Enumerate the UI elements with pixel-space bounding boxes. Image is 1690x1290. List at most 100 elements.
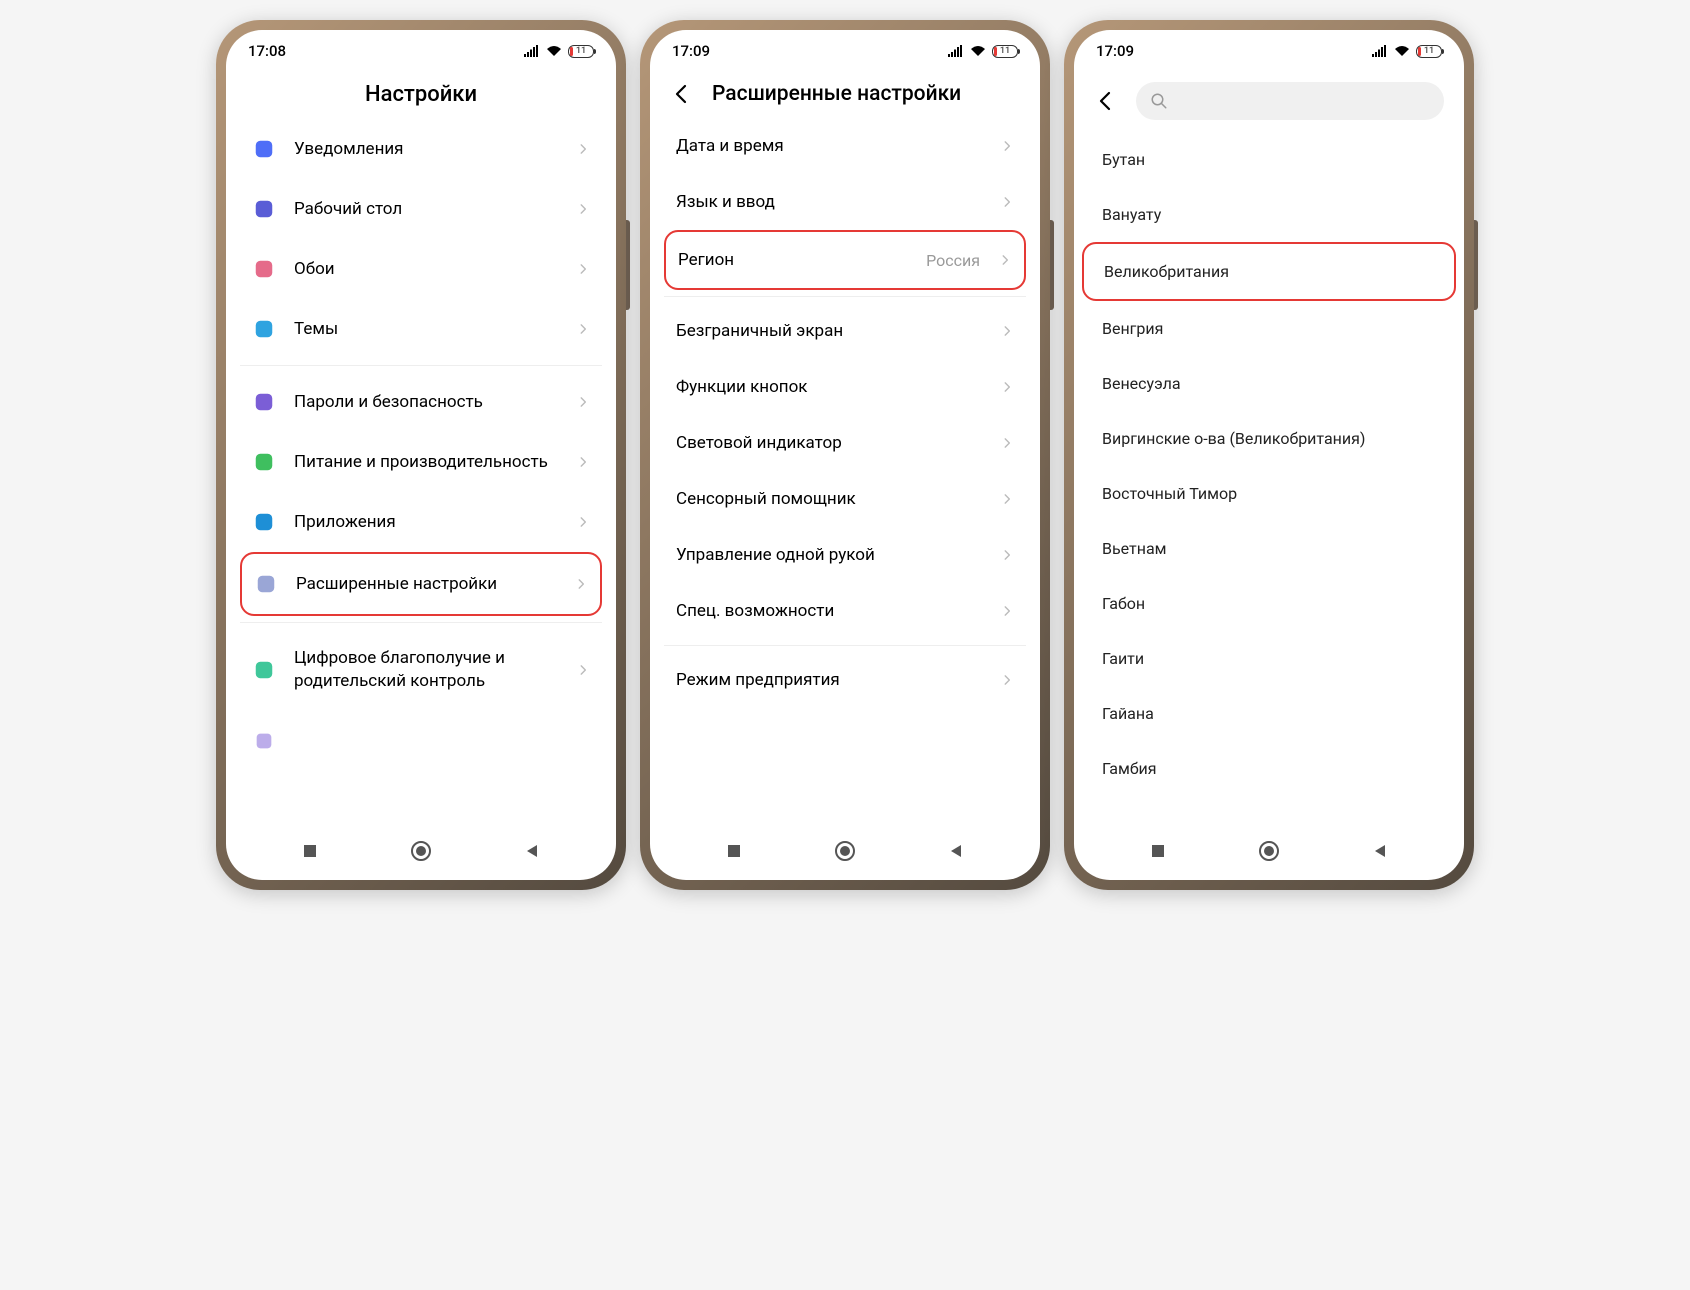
status-bar: 17:08 11: [226, 30, 616, 64]
list-item[interactable]: Регион Россия: [664, 230, 1026, 290]
wifi-icon: [1394, 44, 1410, 58]
list-item[interactable]: Режим предприятия: [664, 652, 1026, 708]
chevron-right-icon: [1000, 436, 1014, 450]
nav-bar: [226, 828, 616, 880]
list-item-label: Рабочий стол: [294, 199, 558, 219]
list-item[interactable]: Сенсорный помощник: [664, 471, 1026, 527]
list-item[interactable]: Язык и ввод: [664, 174, 1026, 230]
nav-recent-button[interactable]: [1123, 843, 1193, 859]
list-item[interactable]: Приложения: [240, 492, 602, 552]
list-item-label: Регион: [678, 250, 908, 270]
chevron-right-icon: [1000, 324, 1014, 338]
chevron-right-icon: [576, 142, 590, 156]
item-icon: [253, 138, 275, 160]
status-time: 17:08: [248, 42, 286, 60]
list-item-label: Управление одной рукой: [676, 545, 982, 565]
list-item-label: Режим предприятия: [676, 670, 982, 690]
country-list[interactable]: БутанВануатуВеликобританияВенгрияВенесуэ…: [1074, 132, 1464, 828]
divider: [664, 296, 1026, 297]
battery-icon: 11: [568, 45, 594, 58]
nav-recent-button[interactable]: [699, 843, 769, 859]
country-item[interactable]: Венесуэла: [1082, 356, 1456, 411]
nav-back-button[interactable]: [1345, 843, 1415, 859]
chevron-right-icon: [1000, 673, 1014, 687]
country-item[interactable]: Бутан: [1082, 132, 1456, 187]
list-item[interactable]: Питание и производительность: [240, 432, 602, 492]
nav-home-button[interactable]: [810, 840, 880, 862]
item-icon: [253, 730, 275, 752]
list-item[interactable]: Расширенные настройки: [240, 552, 602, 616]
nav-home-button[interactable]: [1234, 840, 1304, 862]
chevron-right-icon: [576, 322, 590, 336]
chevron-right-icon: [574, 577, 588, 591]
status-bar: 17:09 11: [650, 30, 1040, 64]
item-icon: [253, 511, 275, 533]
list-item[interactable]: Рабочий стол: [240, 179, 602, 239]
list-item[interactable]: Обои: [240, 239, 602, 299]
header: Настройки: [226, 64, 616, 119]
list-item[interactable]: [240, 711, 602, 771]
list-item[interactable]: Функции кнопок: [664, 359, 1026, 415]
country-item[interactable]: Вьетнам: [1082, 521, 1456, 576]
list-item-label: [294, 731, 590, 751]
list-item-label: Пароли и безопасность: [294, 392, 558, 412]
list-item-label: Обои: [294, 259, 558, 279]
list-item-value: Россия: [926, 251, 980, 270]
chevron-right-icon: [576, 663, 590, 677]
country-item[interactable]: Великобритания: [1082, 242, 1456, 301]
list-item[interactable]: Безграничный экран: [664, 303, 1026, 359]
country-item[interactable]: Восточный Тимор: [1082, 466, 1456, 521]
list-item-label: Безграничный экран: [676, 321, 982, 341]
item-icon: [253, 391, 275, 413]
list-item[interactable]: Дата и время: [664, 118, 1026, 174]
chevron-right-icon: [1000, 139, 1014, 153]
country-item[interactable]: Габон: [1082, 576, 1456, 631]
chevron-right-icon: [1000, 548, 1014, 562]
list-item-label: Расширенные настройки: [296, 574, 556, 594]
list-item[interactable]: Цифровое благополучие и родительский кон…: [240, 629, 602, 711]
country-item[interactable]: Венгрия: [1082, 301, 1456, 356]
wifi-icon: [970, 44, 986, 58]
search-input[interactable]: [1136, 82, 1444, 120]
chevron-right-icon: [998, 253, 1012, 267]
status-bar: 17:09 11: [1074, 30, 1464, 64]
nav-back-button[interactable]: [921, 843, 991, 859]
chevron-right-icon: [576, 515, 590, 529]
list-item[interactable]: Управление одной рукой: [664, 527, 1026, 583]
country-item[interactable]: Гаити: [1082, 631, 1456, 686]
chevron-right-icon: [1000, 604, 1014, 618]
list-item-label: Цифровое благополучие и родительский кон…: [294, 647, 558, 693]
item-icon: [253, 258, 275, 280]
status-time: 17:09: [672, 42, 710, 60]
nav-back-button[interactable]: [497, 843, 567, 859]
search-icon: [1150, 92, 1168, 110]
item-icon: [255, 573, 277, 595]
back-button[interactable]: [670, 82, 694, 106]
divider: [664, 645, 1026, 646]
back-button[interactable]: [1094, 89, 1118, 113]
list-item-label: Темы: [294, 319, 558, 339]
list-item[interactable]: Световой индикатор: [664, 415, 1026, 471]
settings-list: Уведомления Рабочий стол Обои Темы Пароли и…: [226, 119, 616, 828]
chevron-right-icon: [576, 395, 590, 409]
list-item[interactable]: Уведомления: [240, 119, 602, 179]
advanced-list: Дата и времяЯзык и ввод Регион Россия Безг…: [650, 118, 1040, 828]
country-item[interactable]: Гамбия: [1082, 741, 1456, 796]
chevron-right-icon: [1000, 195, 1014, 209]
nav-home-button[interactable]: [386, 840, 456, 862]
list-item[interactable]: Спец. возможности: [664, 583, 1026, 639]
country-item[interactable]: Гайана: [1082, 686, 1456, 741]
list-item[interactable]: Темы: [240, 299, 602, 359]
header: Расширенные настройки: [650, 64, 1040, 118]
country-item[interactable]: Вануату: [1082, 187, 1456, 242]
header: [1074, 64, 1464, 132]
chevron-right-icon: [576, 262, 590, 276]
list-item[interactable]: Пароли и безопасность: [240, 372, 602, 432]
phone-settings: 17:08 11 Настройки Уведомления Рабочий ст…: [216, 20, 626, 890]
item-icon: [253, 659, 275, 681]
divider: [240, 365, 602, 366]
item-icon: [253, 198, 275, 220]
page-title: Расширенные настройки: [712, 82, 961, 106]
country-item[interactable]: Виргинские о-ва (Великобритания): [1082, 411, 1456, 466]
nav-recent-button[interactable]: [275, 843, 345, 859]
